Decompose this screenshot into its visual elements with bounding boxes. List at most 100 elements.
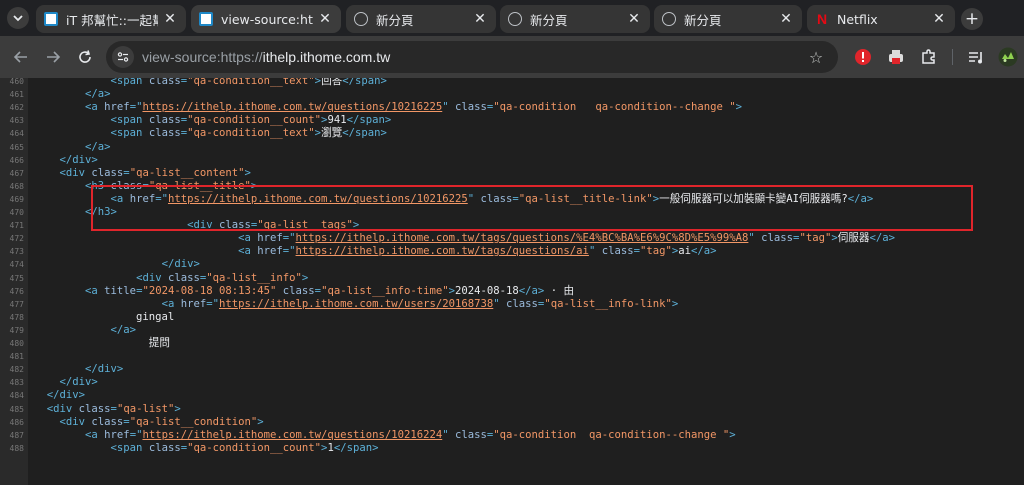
close-icon[interactable]: ✕ (317, 11, 333, 27)
source-line: 486 <div class="qa-list__condition"> (0, 416, 1024, 429)
code-token: class (282, 284, 315, 297)
code-token: </a> (691, 245, 717, 258)
code-token: <span (110, 114, 149, 127)
code-token: href (104, 101, 130, 114)
printer-extension-icon[interactable] (886, 47, 906, 67)
code-text: </a> (34, 141, 111, 154)
tab-title: iT 邦幫忙::一起幫忙解 (66, 12, 158, 28)
code-token: "qa-condition__count" (187, 441, 322, 454)
code-token: "qa-list__info-link" (544, 297, 672, 310)
site-info-icon[interactable] (112, 46, 134, 68)
line-number: 470 (9, 208, 24, 217)
ithome-icon (199, 12, 213, 26)
tab-ithelp[interactable]: iT 邦幫忙::一起幫忙解 ✕ (36, 5, 186, 33)
code-token: class (148, 441, 181, 454)
reload-button[interactable] (74, 46, 96, 68)
line-number: 477 (9, 299, 24, 309)
tab-title: Netflix (837, 11, 878, 27)
line-number: 484 (9, 391, 24, 401)
code-token: </span> (333, 441, 379, 454)
code-token: > (174, 402, 181, 415)
code-token: </a> (85, 88, 111, 101)
code-token: class (167, 271, 200, 284)
line-number: 483 (9, 378, 24, 388)
code-token: "tag" (799, 232, 832, 245)
address-bar[interactable]: view-source:https://ithelp.ithome.com.tw… (106, 41, 838, 73)
source-link[interactable]: https://ithelp.ithome.com.tw/tags/questi… (296, 245, 589, 257)
puzzle-icon[interactable] (919, 47, 939, 67)
code-token: "qa-condition qa-condition--change " (493, 101, 736, 114)
code-token: </a> (518, 284, 545, 297)
source-link[interactable]: https://ithelp.ithome.com.tw/questions/1… (142, 429, 442, 441)
tab-netflix[interactable]: N Netflix ✕ (807, 5, 955, 33)
close-icon[interactable]: ✕ (778, 11, 794, 27)
source-link[interactable]: https://ithelp.ithome.com.tw/questions/1… (142, 101, 442, 113)
source-line: 473 <a href="https://ithelp.ithome.com.t… (0, 245, 1024, 258)
globe-icon (508, 12, 522, 26)
code-token: "qa-condition__text" (187, 127, 315, 140)
highlight-box (91, 185, 973, 231)
code-text: </div> (34, 389, 85, 402)
star-icon[interactable]: ☆ (806, 47, 826, 67)
line-number: 481 (9, 352, 24, 362)
code-token: <a (238, 232, 258, 245)
code-token: class (761, 232, 794, 245)
avatar-icon[interactable] (998, 47, 1018, 67)
reading-list-icon[interactable] (966, 47, 986, 67)
tab-title: 新分頁 (376, 12, 414, 28)
arrow-right-icon (47, 51, 61, 63)
code-text: <a href="https://ithelp.ithome.com.tw/ta… (34, 232, 895, 245)
code-token: class (455, 428, 487, 441)
code-token: 回答 (321, 78, 343, 87)
source-line: 487 <a href="https://ithelp.ithome.com.t… (0, 429, 1024, 442)
tab-title: 新分頁 (530, 12, 568, 28)
arrow-left-icon (13, 51, 27, 63)
tab-new-3[interactable]: 新分頁 ✕ (654, 5, 802, 33)
code-text: <div class="qa-list__info"> (34, 272, 308, 285)
source-line: 478 gingal (0, 311, 1024, 324)
code-token: href (257, 245, 283, 258)
code-text: </div> (34, 154, 98, 167)
tab-view-source[interactable]: view-source:https:// ✕ (191, 5, 341, 33)
netflix-icon: N (816, 11, 828, 27)
code-token: " (588, 245, 602, 258)
code-text: <a href="https://ithelp.ithome.com.tw/ta… (34, 245, 717, 258)
code-token: </div> (161, 258, 200, 271)
code-text: </div> (34, 376, 98, 389)
tab-new-2[interactable]: 新分頁 ✕ (500, 5, 650, 33)
tab-search-button[interactable] (7, 7, 29, 29)
adblock-extension-icon[interactable] (853, 47, 873, 67)
line-number: 476 (9, 286, 24, 296)
source-link[interactable]: https://ithelp.ithome.com.tw/tags/questi… (296, 232, 749, 244)
line-number: 474 (9, 260, 24, 270)
close-icon[interactable]: ✕ (162, 11, 178, 27)
source-line: 476 <a title="2024-08-18 08:13:45" class… (0, 285, 1024, 298)
line-number: 480 (9, 339, 24, 348)
code-token: "2024-08-18 08:13:45" (142, 284, 277, 297)
code-token: <span (110, 441, 149, 454)
line-number: 486 (9, 417, 24, 427)
source-line: 462 <a href="https://ithelp.ithome.com.t… (0, 101, 1024, 114)
url-prefix: view-source:https:// (142, 49, 263, 65)
tab-new-1[interactable]: 新分頁 ✕ (346, 5, 496, 33)
new-tab-button[interactable]: + (961, 8, 983, 30)
close-icon[interactable]: ✕ (931, 11, 947, 27)
code-token: "qa-condition__count" (187, 114, 322, 127)
code-text: gingal (34, 311, 174, 324)
code-token: " (493, 297, 507, 310)
forward-button[interactable] (42, 46, 64, 68)
code-text: <div class="qa-list__content"> (34, 167, 251, 180)
close-icon[interactable]: ✕ (626, 11, 642, 27)
code-token: " (442, 101, 455, 114)
source-view[interactable]: 460 <span class="qa-condition__text">回答<… (0, 78, 1024, 485)
code-token: "qa-list__info-time" (321, 284, 449, 297)
source-link[interactable]: https://ithelp.ithome.com.tw/users/20168… (219, 298, 493, 310)
source-line: 461 </a> (0, 88, 1024, 101)
code-text: </a> (34, 324, 137, 337)
close-icon[interactable]: ✕ (472, 11, 488, 27)
back-button[interactable] (10, 46, 32, 68)
code-token: href (257, 232, 283, 245)
